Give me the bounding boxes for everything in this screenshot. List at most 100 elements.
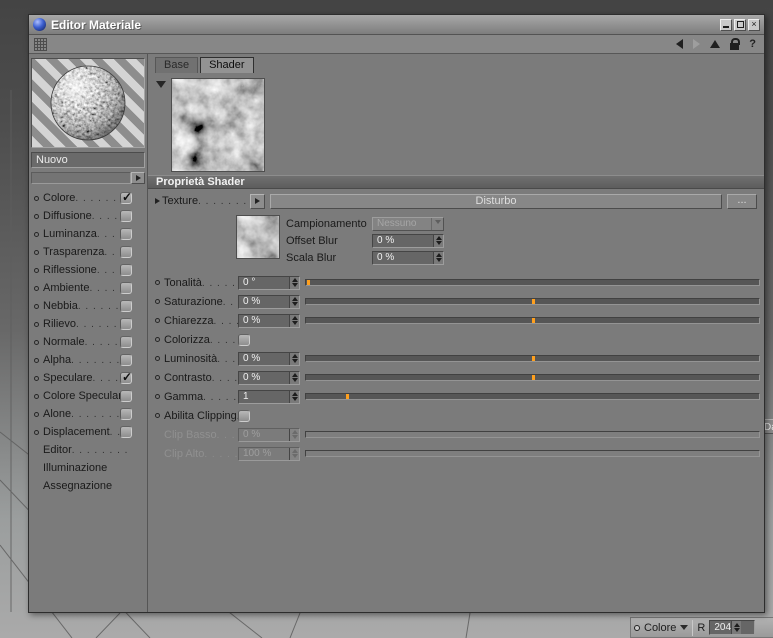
offset-blur-input[interactable]: 0 %	[372, 233, 444, 248]
spinner-up-icon[interactable]	[291, 354, 298, 358]
channel-checkbox-alpha[interactable]	[120, 354, 132, 366]
slider-marker[interactable]	[306, 280, 310, 285]
channel-checkbox-normale[interactable]	[120, 336, 132, 348]
channel-row-nebbia[interactable]: Nebbia	[31, 297, 145, 315]
spinner-arrows[interactable]	[289, 428, 299, 441]
channel-row-colore[interactable]: Colore	[31, 189, 145, 207]
spinner-up-icon[interactable]	[291, 449, 298, 453]
spinner-arrows[interactable]	[289, 371, 299, 384]
spinner-arrows[interactable]	[289, 295, 299, 308]
spinner-arrows[interactable]	[289, 352, 299, 365]
channel-checkbox-ambiente[interactable]	[120, 282, 132, 294]
maximize-button[interactable]	[734, 18, 746, 31]
spinner-arrows[interactable]	[289, 276, 299, 289]
slider-luminosit[interactable]	[305, 355, 760, 362]
spinner-down-icon[interactable]	[291, 321, 298, 325]
close-button[interactable]: ×	[748, 18, 760, 31]
checkbox-abilita-clipping[interactable]	[238, 409, 250, 422]
spinner-up-icon[interactable]	[435, 236, 442, 240]
value-luminosit[interactable]: 0 %	[238, 351, 300, 366]
up-icon[interactable]	[710, 40, 721, 48]
tab-shader[interactable]: Shader	[200, 57, 254, 73]
value-clip-alto[interactable]: 100 %	[238, 446, 300, 461]
slider-marker[interactable]	[531, 318, 535, 323]
channel-checkbox-luminanza[interactable]	[120, 228, 132, 240]
spinner-up-icon[interactable]	[733, 623, 740, 627]
channel-checkbox-alone[interactable]	[120, 408, 132, 420]
slider-contrasto[interactable]	[305, 374, 760, 381]
value-clip-basso[interactable]: 0 %	[238, 427, 300, 442]
slider-marker[interactable]	[531, 375, 535, 380]
channel-checkbox-colore-speculare[interactable]	[120, 390, 132, 402]
spinner-arrows[interactable]	[289, 314, 299, 327]
scale-blur-input[interactable]: 0 %	[372, 250, 444, 265]
spinner-down-icon[interactable]	[291, 397, 298, 401]
spinner-down-icon[interactable]	[435, 258, 442, 262]
color-dropdown-label[interactable]: Colore	[644, 622, 676, 634]
channel-row-rilievo[interactable]: Rilievo	[31, 315, 145, 333]
channel-row-displacement[interactable]: Displacement	[31, 423, 145, 441]
browse-button[interactable]: ...	[727, 193, 757, 209]
channel-row-speculare[interactable]: Speculare	[31, 369, 145, 387]
value-tonalit[interactable]: 0 °	[238, 275, 300, 290]
chevron-down-icon[interactable]	[680, 625, 689, 634]
spinner-up-icon[interactable]	[291, 373, 298, 377]
channel-checkbox-rilievo[interactable]	[120, 318, 132, 330]
shader-link-button[interactable]	[250, 193, 265, 209]
channel-row-illuminazione[interactable]: Illuminazione	[31, 459, 145, 477]
channel-row-riflessione[interactable]: Riflessione	[31, 261, 145, 279]
texture-thumbnail[interactable]	[236, 215, 280, 259]
channel-checkbox-diffusione[interactable]	[120, 210, 132, 222]
shader-name-button[interactable]: Disturbo	[270, 193, 722, 209]
channel-row-luminanza[interactable]: Luminanza	[31, 225, 145, 243]
spinner-arrows[interactable]	[289, 390, 299, 403]
expand-right-icon[interactable]	[155, 198, 160, 204]
spinner-up-icon[interactable]	[291, 392, 298, 396]
shader-preview-thumbnail[interactable]	[171, 78, 265, 172]
spinner-up-icon[interactable]	[291, 297, 298, 301]
tab-base[interactable]: Base	[155, 57, 199, 73]
material-preview[interactable]	[31, 58, 145, 148]
channel-row-assegnazione[interactable]: Assegnazione	[31, 477, 145, 495]
checkbox-colorizza[interactable]	[238, 333, 250, 346]
window-titlebar[interactable]: Editor Materiale ×	[29, 15, 764, 35]
spinner-up-icon[interactable]	[291, 316, 298, 320]
spinner-down-icon[interactable]	[291, 435, 298, 439]
spinner-arrows[interactable]	[433, 251, 443, 264]
spinner-arrows[interactable]	[731, 621, 742, 634]
channel-checkbox-speculare[interactable]	[120, 370, 132, 384]
spinner-up-icon[interactable]	[291, 278, 298, 282]
spinner-down-icon[interactable]	[291, 454, 298, 458]
preview-options-button[interactable]	[131, 172, 145, 184]
channel-row-colore-speculare[interactable]: Colore Speculare	[31, 387, 145, 405]
material-name-input[interactable]: Nuovo	[31, 152, 145, 168]
channel-toggle-icon[interactable]	[634, 624, 640, 631]
value-chiarezza[interactable]: 0 %	[238, 313, 300, 328]
back-icon[interactable]	[676, 39, 684, 49]
slider-saturazione[interactable]	[305, 298, 760, 305]
spinner-down-icon[interactable]	[435, 241, 442, 245]
channel-checkbox-riflessione[interactable]	[120, 264, 132, 276]
slider-marker[interactable]	[345, 394, 349, 399]
minimize-button[interactable]	[720, 18, 732, 31]
channel-row-diffusione[interactable]: Diffusione	[31, 207, 145, 225]
slider-tonalit[interactable]	[305, 279, 760, 286]
slider-gamma[interactable]	[305, 393, 760, 400]
slider-chiarezza[interactable]	[305, 317, 760, 324]
spinner-down-icon[interactable]	[291, 359, 298, 363]
channel-checkbox-colore[interactable]	[120, 190, 132, 204]
value-gamma[interactable]: 1	[238, 389, 300, 404]
channel-row-alone[interactable]: Alone	[31, 405, 145, 423]
spinner-arrows[interactable]	[433, 234, 443, 247]
spinner-up-icon[interactable]	[435, 253, 442, 257]
channel-checkbox-nebbia[interactable]	[120, 300, 132, 312]
channel-checkbox-trasparenza[interactable]	[120, 246, 132, 258]
spinner-down-icon[interactable]	[291, 302, 298, 306]
help-icon[interactable]: ?	[749, 38, 756, 50]
spinner-down-icon[interactable]	[733, 628, 740, 632]
lock-icon[interactable]	[730, 37, 741, 50]
value-contrasto[interactable]: 0 %	[238, 370, 300, 385]
value-saturazione[interactable]: 0 %	[238, 294, 300, 309]
sampling-dropdown[interactable]: Nessuno	[372, 216, 444, 231]
red-channel-value[interactable]: 204	[709, 620, 756, 635]
